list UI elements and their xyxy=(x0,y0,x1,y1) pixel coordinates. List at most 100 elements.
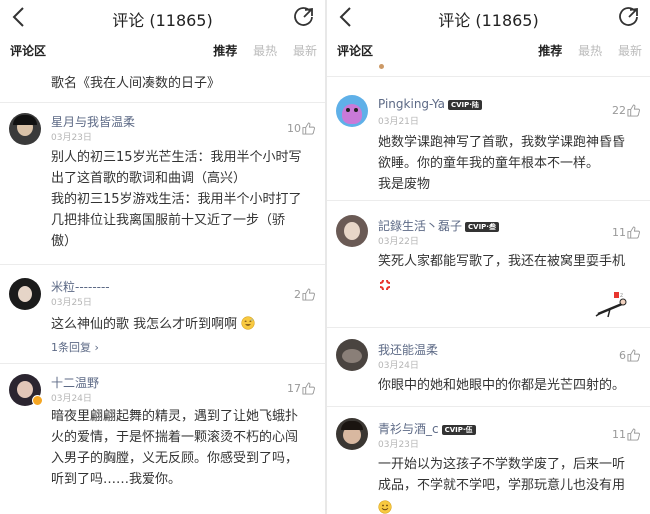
comment-date: 03月25日 xyxy=(51,298,92,308)
tab-recommended[interactable]: 推荐 xyxy=(538,44,562,58)
username[interactable]: 米粒-------- xyxy=(51,278,110,295)
like-count: 11 xyxy=(612,226,626,239)
username-text[interactable]: 青衫与酒_c xyxy=(378,422,439,436)
username[interactable]: 星月与我皆温柔 xyxy=(51,113,135,130)
comment-date: 03月24日 xyxy=(51,394,92,404)
page-title: 评论 (11865) xyxy=(112,11,213,30)
comment-item[interactable]: 星月与我皆温柔 03月23日 10 别人的初三15岁光芒生活：我用半个小时写 出… xyxy=(0,103,325,265)
comment-date: 03月24日 xyxy=(378,361,419,371)
avatar[interactable] xyxy=(336,215,368,247)
username-text[interactable]: Pingking-Ya xyxy=(378,97,445,111)
share-icon[interactable] xyxy=(618,6,640,28)
like-button[interactable]: 6 xyxy=(619,349,640,362)
avatar[interactable] xyxy=(336,339,368,371)
screenshot-root: 评论 (11865) 评论区 推荐 最热 最新 歌名《我在人间凑数的日子》 星月… xyxy=(0,0,650,514)
comment-item[interactable]: 米粒-------- 03月25日 2 这么神仙的歌 我怎么才听到啊啊 1条回复… xyxy=(0,266,325,364)
comment-text: 笑死人家都能写歌了，我还在被窝里耍手机 xyxy=(378,251,625,272)
share-icon[interactable] xyxy=(293,6,315,28)
comment-line: 火的爱情，于是怀揣着一颗滚烫不朽的心闯 xyxy=(51,430,299,445)
comment-text: 这么神仙的歌 我怎么才听到啊啊 xyxy=(51,314,255,335)
smile-emoji-icon xyxy=(378,500,392,514)
username[interactable]: 青衫与酒_c CVIP·伍 xyxy=(378,420,476,437)
comment-section-label: 评论区 xyxy=(337,44,374,58)
comment-text: 你眼中的她和她眼中的你都是光芒四射的。 xyxy=(378,375,625,396)
vip-badge: CVIP·伍 xyxy=(441,425,476,435)
like-count: 22 xyxy=(612,104,626,117)
vip-badge: CVIP·陆 xyxy=(447,100,482,110)
tab-newest[interactable]: 最新 xyxy=(618,44,642,58)
comment-line: 成品，不学就不学吧，学那玩意儿也没有用 xyxy=(378,478,626,493)
sweat-smile-emoji-icon xyxy=(241,316,255,330)
left-comments-panel: 评论 (11865) 评论区 推荐 最热 最新 歌名《我在人间凑数的日子》 星月… xyxy=(0,0,325,514)
comment-line: 笑死人家都能写歌了，我还在被窝里耍手机 xyxy=(378,254,626,269)
comment-line: 出了这首歌的歌词和曲调（高兴） xyxy=(51,171,247,186)
like-button[interactable]: 2 xyxy=(294,288,315,301)
comment-text: 一开始以为这孩子不学数学废了，后来一听 成品，不学就不学吧，学那玩意儿也没有用 xyxy=(378,454,625,496)
comment-item[interactable]: Pingking-Ya CVIP·陆 03月21日 22 她数学课跑神写了首歌，我… xyxy=(327,77,650,201)
comment-line: 我的初三15岁游戏生活：我用半个小时打了 xyxy=(51,192,302,207)
like-button[interactable]: 22 xyxy=(612,104,640,117)
comment-text: 她数学课跑神写了首歌，我数学课跑神昏昏 欲睡。你的童年我的童年根本不一样。 我是… xyxy=(378,132,625,195)
username[interactable]: Pingking-Ya CVIP·陆 xyxy=(378,97,482,111)
like-button[interactable]: 10 xyxy=(287,122,315,135)
top-bar: 评论 (11865) xyxy=(0,0,325,34)
username[interactable]: 我还能温柔 xyxy=(378,341,438,358)
comment-line: 你眼中的她和她眼中的你都是光芒四射的。 xyxy=(378,378,626,393)
avatar[interactable] xyxy=(9,113,41,145)
truncated-emoji-icon xyxy=(379,64,384,69)
comment-item[interactable]: 記錄生活丶磊子 CVIP·叁 03月22日 11 笑死人家都能写歌了，我还在被窝里… xyxy=(327,202,650,328)
comment-line: 一开始以为这孩子不学数学废了，后来一听 xyxy=(378,457,626,472)
comment-tabs-bar: 评论区 推荐 最热 最新 xyxy=(0,34,325,64)
comment-line: 我是废物 xyxy=(378,177,431,192)
sort-tabs: 推荐 最热 最新 xyxy=(201,42,317,59)
comment-date: 03月21日 xyxy=(378,117,419,127)
username[interactable]: 十二温野 xyxy=(51,374,99,391)
thumbs-up-icon xyxy=(627,104,640,117)
comment-line: 暗夜里翩翩起舞的精灵，遇到了让她飞蛾扑 xyxy=(51,409,299,424)
comment-line: 几把排位让我离国服前十又近了一步（骄 xyxy=(51,213,286,228)
thumbs-up-icon xyxy=(627,428,640,441)
like-count: 11 xyxy=(612,428,626,441)
tab-hottest[interactable]: 最热 xyxy=(578,44,602,58)
username[interactable]: 記錄生活丶磊子 CVIP·叁 xyxy=(378,217,499,234)
avatar[interactable] xyxy=(9,278,41,310)
comment-date: 03月23日 xyxy=(51,133,92,143)
vip-badge: CVIP·叁 xyxy=(465,222,499,232)
comment-line: 入男子的胸膛，义无反顾。你感受到了吗， xyxy=(51,451,299,466)
comment-line: 这么神仙的歌 我怎么才听到啊啊 xyxy=(51,317,238,332)
comment-item[interactable]: 十二温野 03月24日 17 暗夜里翩翩起舞的精灵，遇到了让她飞蛾扑 火的爱情，… xyxy=(0,365,325,514)
svg-text:z: z xyxy=(620,292,623,299)
like-count: 10 xyxy=(287,122,301,135)
view-replies-link[interactable]: 1条回复 › xyxy=(51,339,99,355)
anger-symbol-emoji-icon xyxy=(379,279,391,291)
like-count: 6 xyxy=(619,349,626,362)
tab-newest[interactable]: 最新 xyxy=(293,44,317,58)
username-text[interactable]: 記錄生活丶磊子 xyxy=(378,219,462,233)
comment-date: 03月23日 xyxy=(378,440,419,450)
thumbs-up-icon xyxy=(302,122,315,135)
like-count: 17 xyxy=(287,382,301,395)
thumbs-up-icon xyxy=(627,226,640,239)
tab-recommended[interactable]: 推荐 xyxy=(213,44,237,58)
comment-item[interactable]: 我还能温柔 03月24日 6 你眼中的她和她眼中的你都是光芒四射的。 xyxy=(327,329,650,407)
thumbs-up-icon xyxy=(302,288,315,301)
like-count: 2 xyxy=(294,288,301,301)
like-button[interactable]: 17 xyxy=(287,382,315,395)
thumbs-up-icon xyxy=(302,382,315,395)
truncated-comment-text: 歌名《我在人间凑数的日子》 xyxy=(51,76,221,91)
avatar[interactable] xyxy=(336,418,368,450)
comment-line: 别人的初三15岁光芒生活：我用半个小时写 xyxy=(51,150,302,165)
avatar[interactable] xyxy=(336,95,368,127)
sort-tabs: 推荐 最热 最新 xyxy=(526,42,642,59)
page-title: 评论 (11865) xyxy=(438,11,539,30)
verified-badge-icon xyxy=(32,395,43,406)
like-button[interactable]: 11 xyxy=(612,428,640,441)
tab-hottest[interactable]: 最热 xyxy=(253,44,277,58)
thumbs-up-icon xyxy=(627,349,640,362)
comment-line: 听到了吗……我爱你。 xyxy=(51,472,182,487)
comment-date: 03月22日 xyxy=(378,237,419,247)
comment-line: 傲） xyxy=(51,234,78,249)
comment-item[interactable]: 青衫与酒_c CVIP·伍 03月23日 11 一开始以为这孩子不学数学废了，后来… xyxy=(327,408,650,514)
comment-text: 别人的初三15岁光芒生活：我用半个小时写 出了这首歌的歌词和曲调（高兴） 我的初… xyxy=(51,147,302,252)
like-button[interactable]: 11 xyxy=(612,226,640,239)
